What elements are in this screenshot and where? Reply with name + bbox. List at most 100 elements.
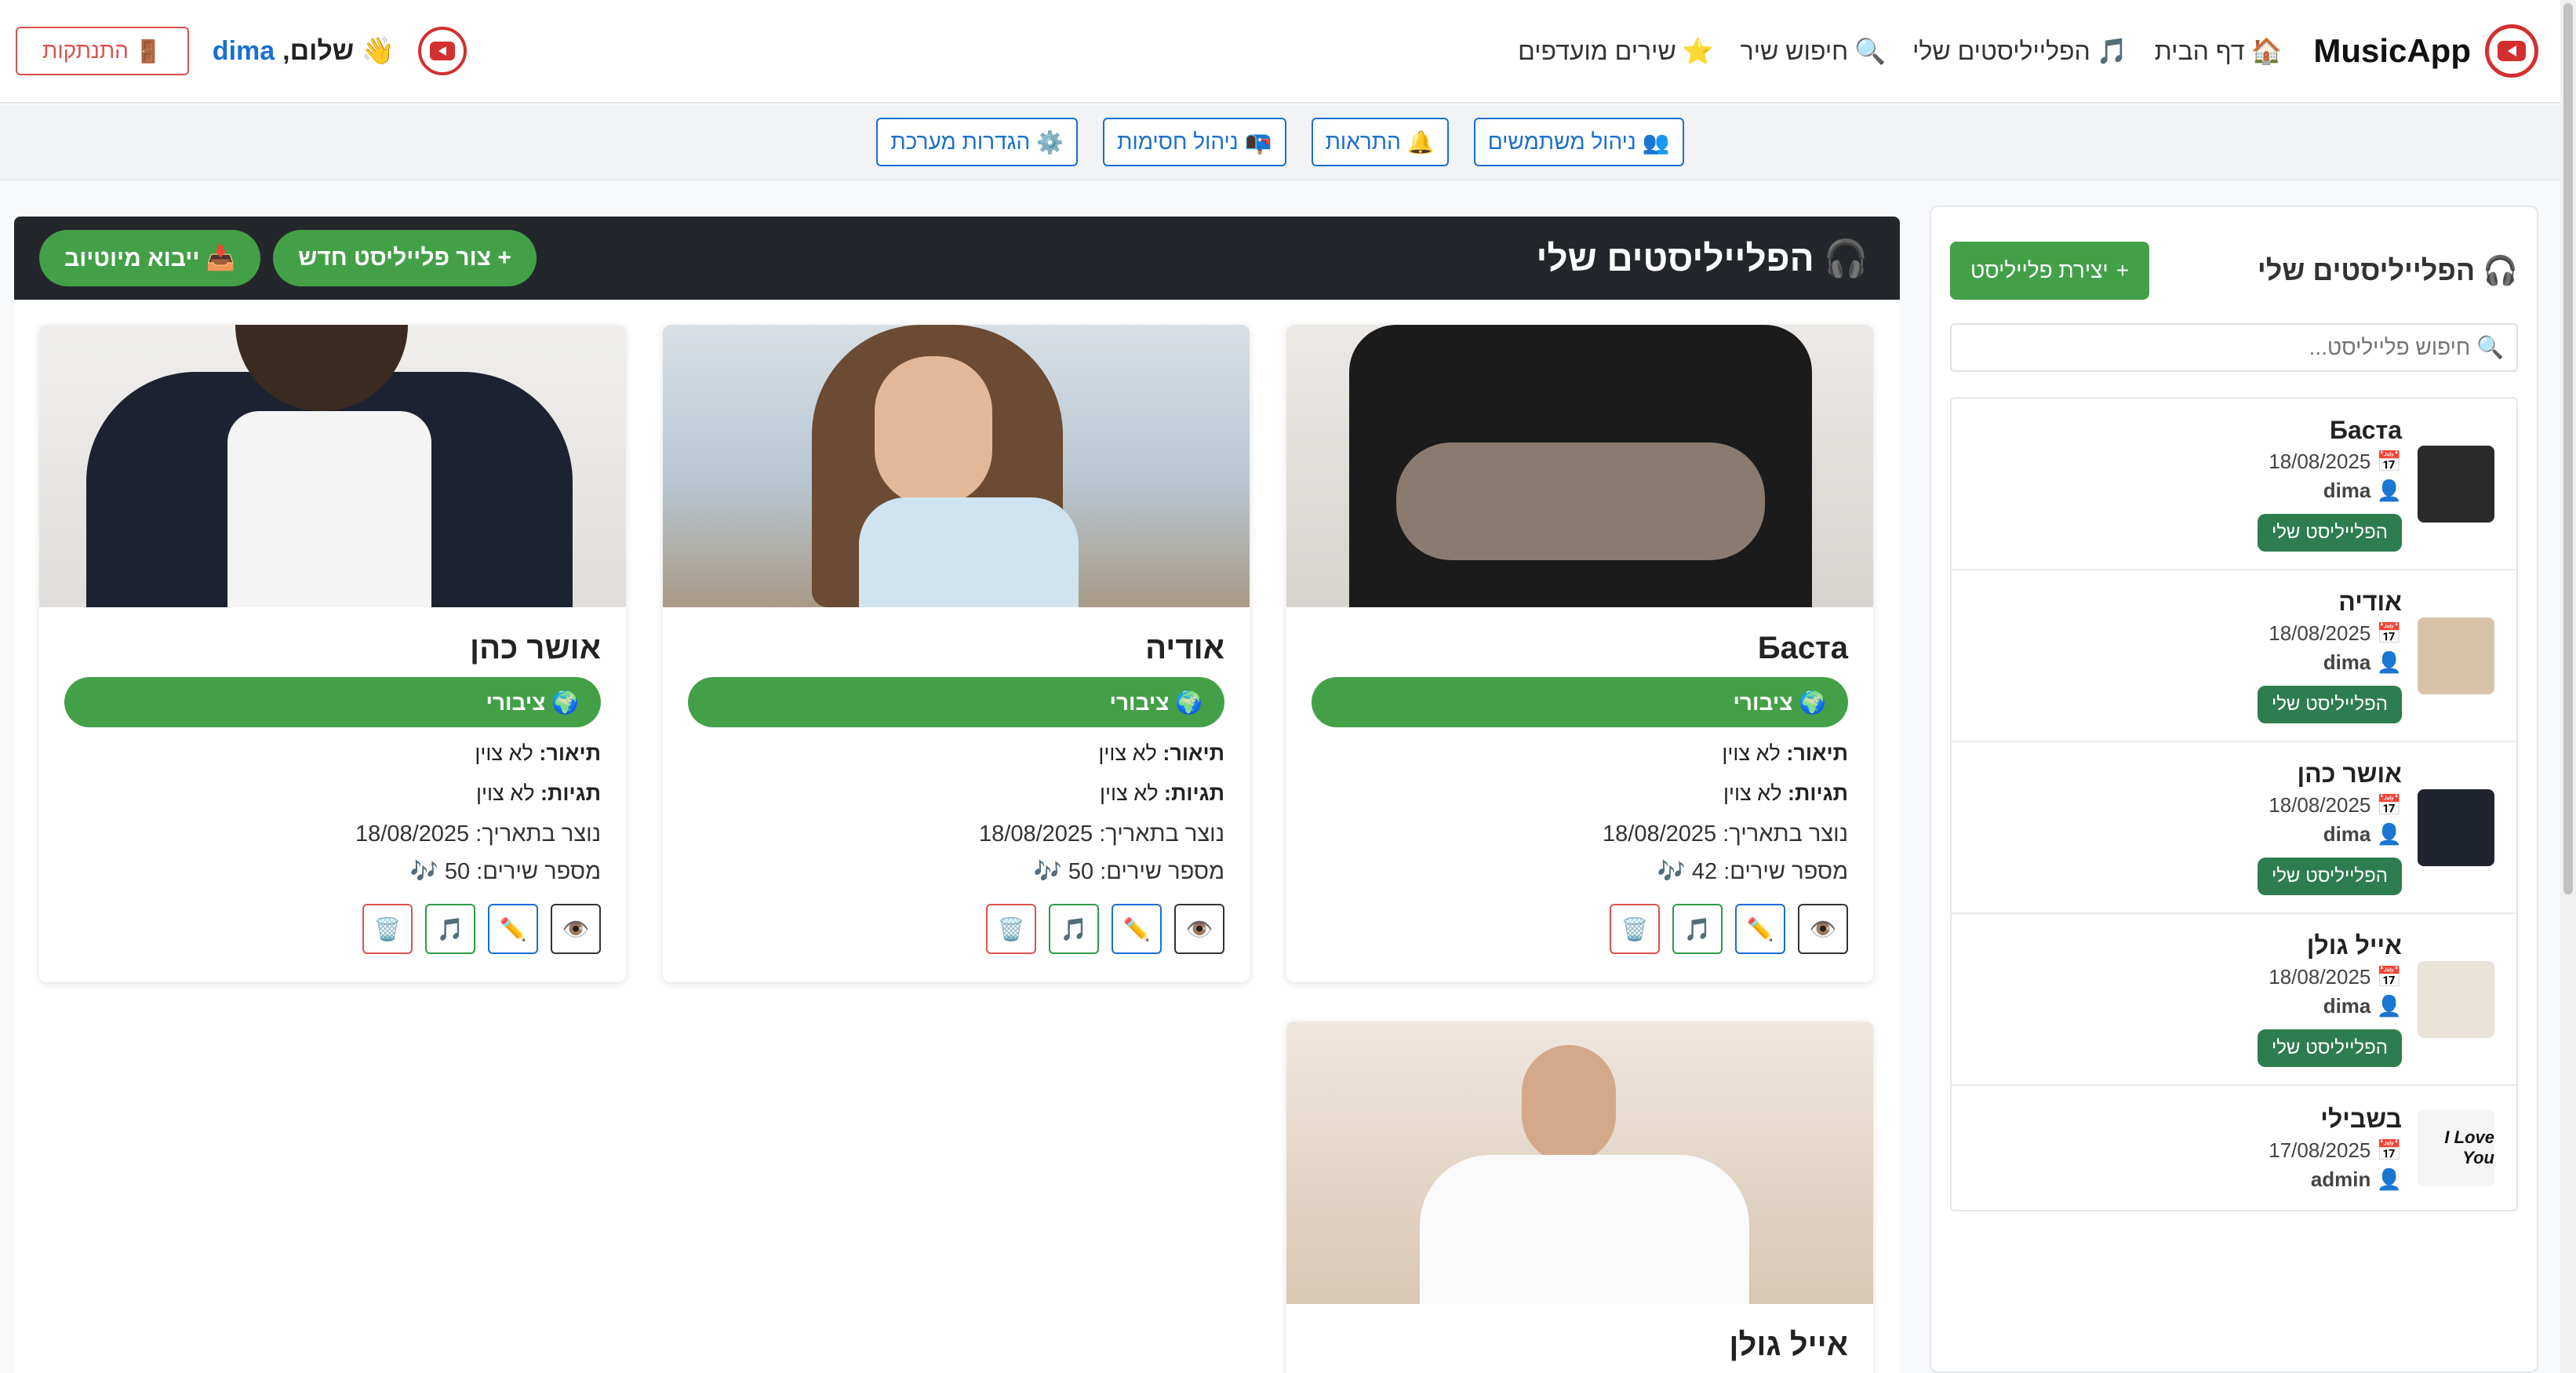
button-label: ניהול חסימות — [1117, 129, 1239, 154]
playlists-sidebar: 🎧 הפלייליסטים שלי + יצירת פלייליסט Баста… — [1930, 206, 2538, 1373]
songs-music-icon[interactable]: 🎵 — [1049, 904, 1099, 954]
playlist-date: 📅 18/08/2025 — [2269, 450, 2402, 473]
playlist-owner: 👤 dima — [2323, 650, 2402, 674]
user-avatar[interactable] — [417, 27, 467, 75]
sidebar-playlist-item[interactable]: I Love You בשבילי 📅 17/08/2025 👤 admin — [1952, 1086, 2516, 1210]
playlist-cover-image[interactable] — [39, 325, 626, 607]
sidebar-title: 🎧 הפלייליסטים שלי — [2258, 254, 2518, 287]
plus-icon: + — [2116, 258, 2130, 282]
my-playlist-badge: הפלייליסט שלי — [2257, 1029, 2402, 1067]
brand[interactable]: MusicApp — [2313, 24, 2538, 78]
page-scrollbar[interactable] — [2560, 0, 2576, 1373]
create-playlist-button[interactable]: + יצירת פלייליסט — [1950, 242, 2150, 300]
view-eye-icon[interactable]: 👁️ — [1798, 904, 1848, 954]
public-badge: 🌍 ציבורי — [64, 677, 601, 727]
button-label: הגדרות מערכת — [890, 129, 1031, 154]
main-header: 🎧 הפלייליסטים שלי + צור פלייליסט חדש 📥 י… — [14, 217, 1900, 300]
manage-users-button[interactable]: 👥 ניהול משתמשים — [1473, 118, 1684, 166]
playlist-owner: 👤 dima — [2323, 994, 2402, 1018]
main-actions: + צור פלייליסט חדש 📥 ייבוא מיוטיוב — [39, 230, 537, 286]
edit-pencil-icon[interactable]: ✏️ — [1112, 904, 1162, 954]
playlist-card: אושר כהן 🌍 ציבורי תיאור: לא צוין תגיות: … — [39, 325, 626, 982]
nav-links: 🏠 דף הבית 🎵 הפלייליסטים שלי 🔍 חיפוש שיר ⭐ שי… — [1518, 36, 2282, 66]
playlist-info: Баста 📅 18/08/2025 👤 dima הפלייליסט שלי — [2257, 416, 2402, 552]
delete-trash-icon[interactable]: 🗑️ — [986, 904, 1036, 954]
system-settings-button[interactable]: ⚙️ הגדרות מערכת — [876, 118, 1079, 166]
sidebar-playlist-item[interactable]: אודיה 📅 18/08/2025 👤 dima הפלייליסט שלי — [1952, 570, 2516, 742]
import-youtube-button[interactable]: 📥 ייבוא מיוטיוב — [39, 230, 261, 286]
card-title: אושר כהן — [470, 631, 601, 665]
card-actions: 👁️ ✏️ 🎵 🗑️ — [64, 904, 601, 954]
manage-blocks-button[interactable]: 📭 ניהול חסימות — [1103, 118, 1286, 166]
create-new-playlist-button[interactable]: + צור פלייליסט חדש — [273, 230, 537, 286]
playlist-owner: 👤 dima — [2323, 822, 2402, 846]
view-eye-icon[interactable]: 👁️ — [551, 904, 601, 954]
description-row: תיאור: לא צוין — [1312, 741, 1848, 766]
users-icon: 👥 — [1642, 129, 1670, 155]
sidebar-playlist-item[interactable]: Баста 📅 18/08/2025 👤 dima הפלייליסט שלי — [1952, 399, 2516, 570]
tags-value: לא צוין — [475, 781, 535, 805]
tags-value: לא צוין — [1723, 781, 1782, 805]
page: MusicApp 🏠 דף הבית 🎵 הפלייליסטים שלי 🔍 חיפו… — [0, 0, 2576, 1373]
headphones-icon: 🎧 — [1823, 237, 1868, 279]
edit-pencil-icon[interactable]: ✏️ — [1735, 904, 1785, 954]
button-label: התראות — [1325, 129, 1401, 154]
playlist-search-input[interactable] — [1950, 323, 2518, 372]
door-icon: 🚪 — [134, 38, 162, 64]
nav-link-label: חיפוש שיר — [1740, 36, 1849, 65]
bell-icon: 🔔 — [1406, 129, 1435, 155]
logout-label: התנתקות — [42, 38, 129, 63]
playlist-card: אודיה 🌍 ציבורי תיאור: לא צוין תגיות: לא … — [663, 325, 1250, 982]
nav-link-home[interactable]: 🏠 דף הבית — [2155, 36, 2283, 66]
playlist-info: אודיה 📅 18/08/2025 👤 dima הפלייליסט שלי — [2257, 588, 2402, 723]
mailbox-icon: 📭 — [1244, 129, 1272, 155]
playlist-cover-image[interactable] — [663, 325, 1250, 607]
playlist-owner: 👤 dima — [2323, 479, 2402, 502]
sidebar-playlist-item[interactable]: אושר כהן 📅 18/08/2025 👤 dima הפלייליסט ש… — [1952, 742, 2516, 914]
songs-music-icon[interactable]: 🎵 — [425, 904, 475, 954]
nav-link-label: דף הבית — [2154, 36, 2245, 65]
card-title: Баста — [1757, 631, 1848, 665]
description-value: לא צוין — [1722, 741, 1781, 765]
scrollbar-thumb[interactable] — [2563, 3, 2573, 894]
search-icon: 🔍 — [1854, 37, 1887, 65]
playlist-owner: 👤 admin — [2310, 1167, 2402, 1191]
playlist-card: אייל גולן — [1286, 1022, 1873, 1373]
playlist-cover-image[interactable] — [1286, 1022, 1873, 1304]
my-playlist-badge: הפלייליסט שלי — [2257, 686, 2402, 723]
playlist-info: אייל גולן 📅 18/08/2025 👤 dima הפלייליסט … — [2257, 931, 2402, 1067]
playlist-name: אייל גולן — [2306, 931, 2402, 960]
card-title: אודיה — [1145, 631, 1224, 665]
greeting-text: 👋 שלום, — [282, 36, 395, 66]
delete-trash-icon[interactable]: 🗑️ — [362, 904, 413, 954]
description-value: לא צוין — [1098, 741, 1157, 765]
created-date: נוצר בתאריך: 18/08/2025 — [1603, 821, 1848, 847]
edit-pencil-icon[interactable]: ✏️ — [488, 904, 538, 954]
song-count: מספר שירים: 50 🎶 — [1033, 859, 1224, 884]
my-playlist-badge: הפלייליסט שלי — [2257, 858, 2402, 895]
created-date: נוצר בתאריך: 18/08/2025 — [979, 821, 1224, 847]
view-eye-icon[interactable]: 👁️ — [1174, 904, 1224, 954]
sidebar-playlist-item[interactable]: אייל גולן 📅 18/08/2025 👤 dima הפלייליסט … — [1952, 914, 2516, 1086]
create-playlist-label: יצירת פלייליסט — [1970, 258, 2108, 282]
playlist-date: 📅 18/08/2025 — [2269, 621, 2402, 645]
nav-link-favorites[interactable]: ⭐ שירים מועדפים — [1518, 36, 1713, 66]
card-body: Баста 🌍 ציבורי תיאור: לא צוין תגיות: לא … — [1286, 607, 1873, 982]
nav-link-my-playlists[interactable]: 🎵 הפלייליסטים שלי — [1912, 36, 2128, 66]
created-date: נוצר בתאריך: 18/08/2025 — [355, 821, 601, 847]
nav-link-search-song[interactable]: 🔍 חיפוש שיר — [1741, 36, 1886, 66]
main-title: 🎧 הפלייליסטים שלי — [1536, 237, 1868, 280]
playlist-date: 📅 17/08/2025 — [2269, 1138, 2402, 1162]
playlist-cover-image[interactable] — [1286, 325, 1873, 607]
sidebar-playlist-list: Баста 📅 18/08/2025 👤 dima הפלייליסט שלי … — [1950, 397, 2518, 1211]
playlist-info: בשבילי 📅 17/08/2025 👤 admin — [2269, 1105, 2402, 1192]
card-actions: 👁️ ✏️ 🎵 🗑️ — [1312, 904, 1848, 954]
description-row: תיאור: לא צוין — [688, 741, 1224, 766]
nav-link-label: הפלייליסטים שלי — [1912, 36, 2090, 65]
logout-button[interactable]: 🚪 התנתקות — [16, 27, 189, 75]
songs-music-icon[interactable]: 🎵 — [1672, 904, 1723, 954]
playlist-thumbnail: I Love You — [2418, 1109, 2494, 1186]
delete-trash-icon[interactable]: 🗑️ — [1610, 904, 1660, 954]
notifications-button[interactable]: 🔔 התראות — [1311, 118, 1449, 166]
card-body: אודיה 🌍 ציבורי תיאור: לא צוין תגיות: לא … — [663, 607, 1250, 982]
